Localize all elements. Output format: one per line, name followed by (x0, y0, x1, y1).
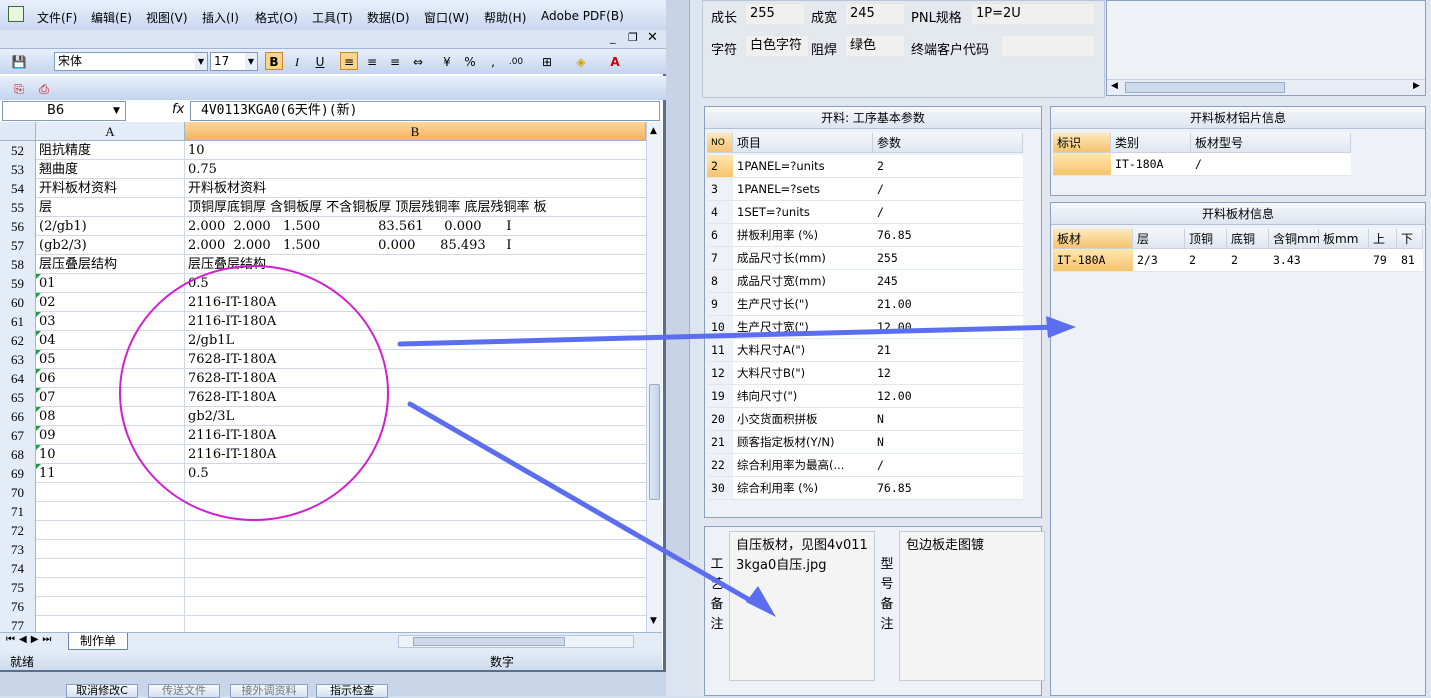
arrow-to-sheet-info (397, 324, 1063, 347)
annotation-overlay (119, 265, 1076, 617)
arrow-head-icon (746, 586, 776, 617)
arrow-head-icon (1046, 316, 1076, 338)
highlight-circle (119, 265, 389, 521)
arrow-to-remarks (407, 401, 763, 609)
